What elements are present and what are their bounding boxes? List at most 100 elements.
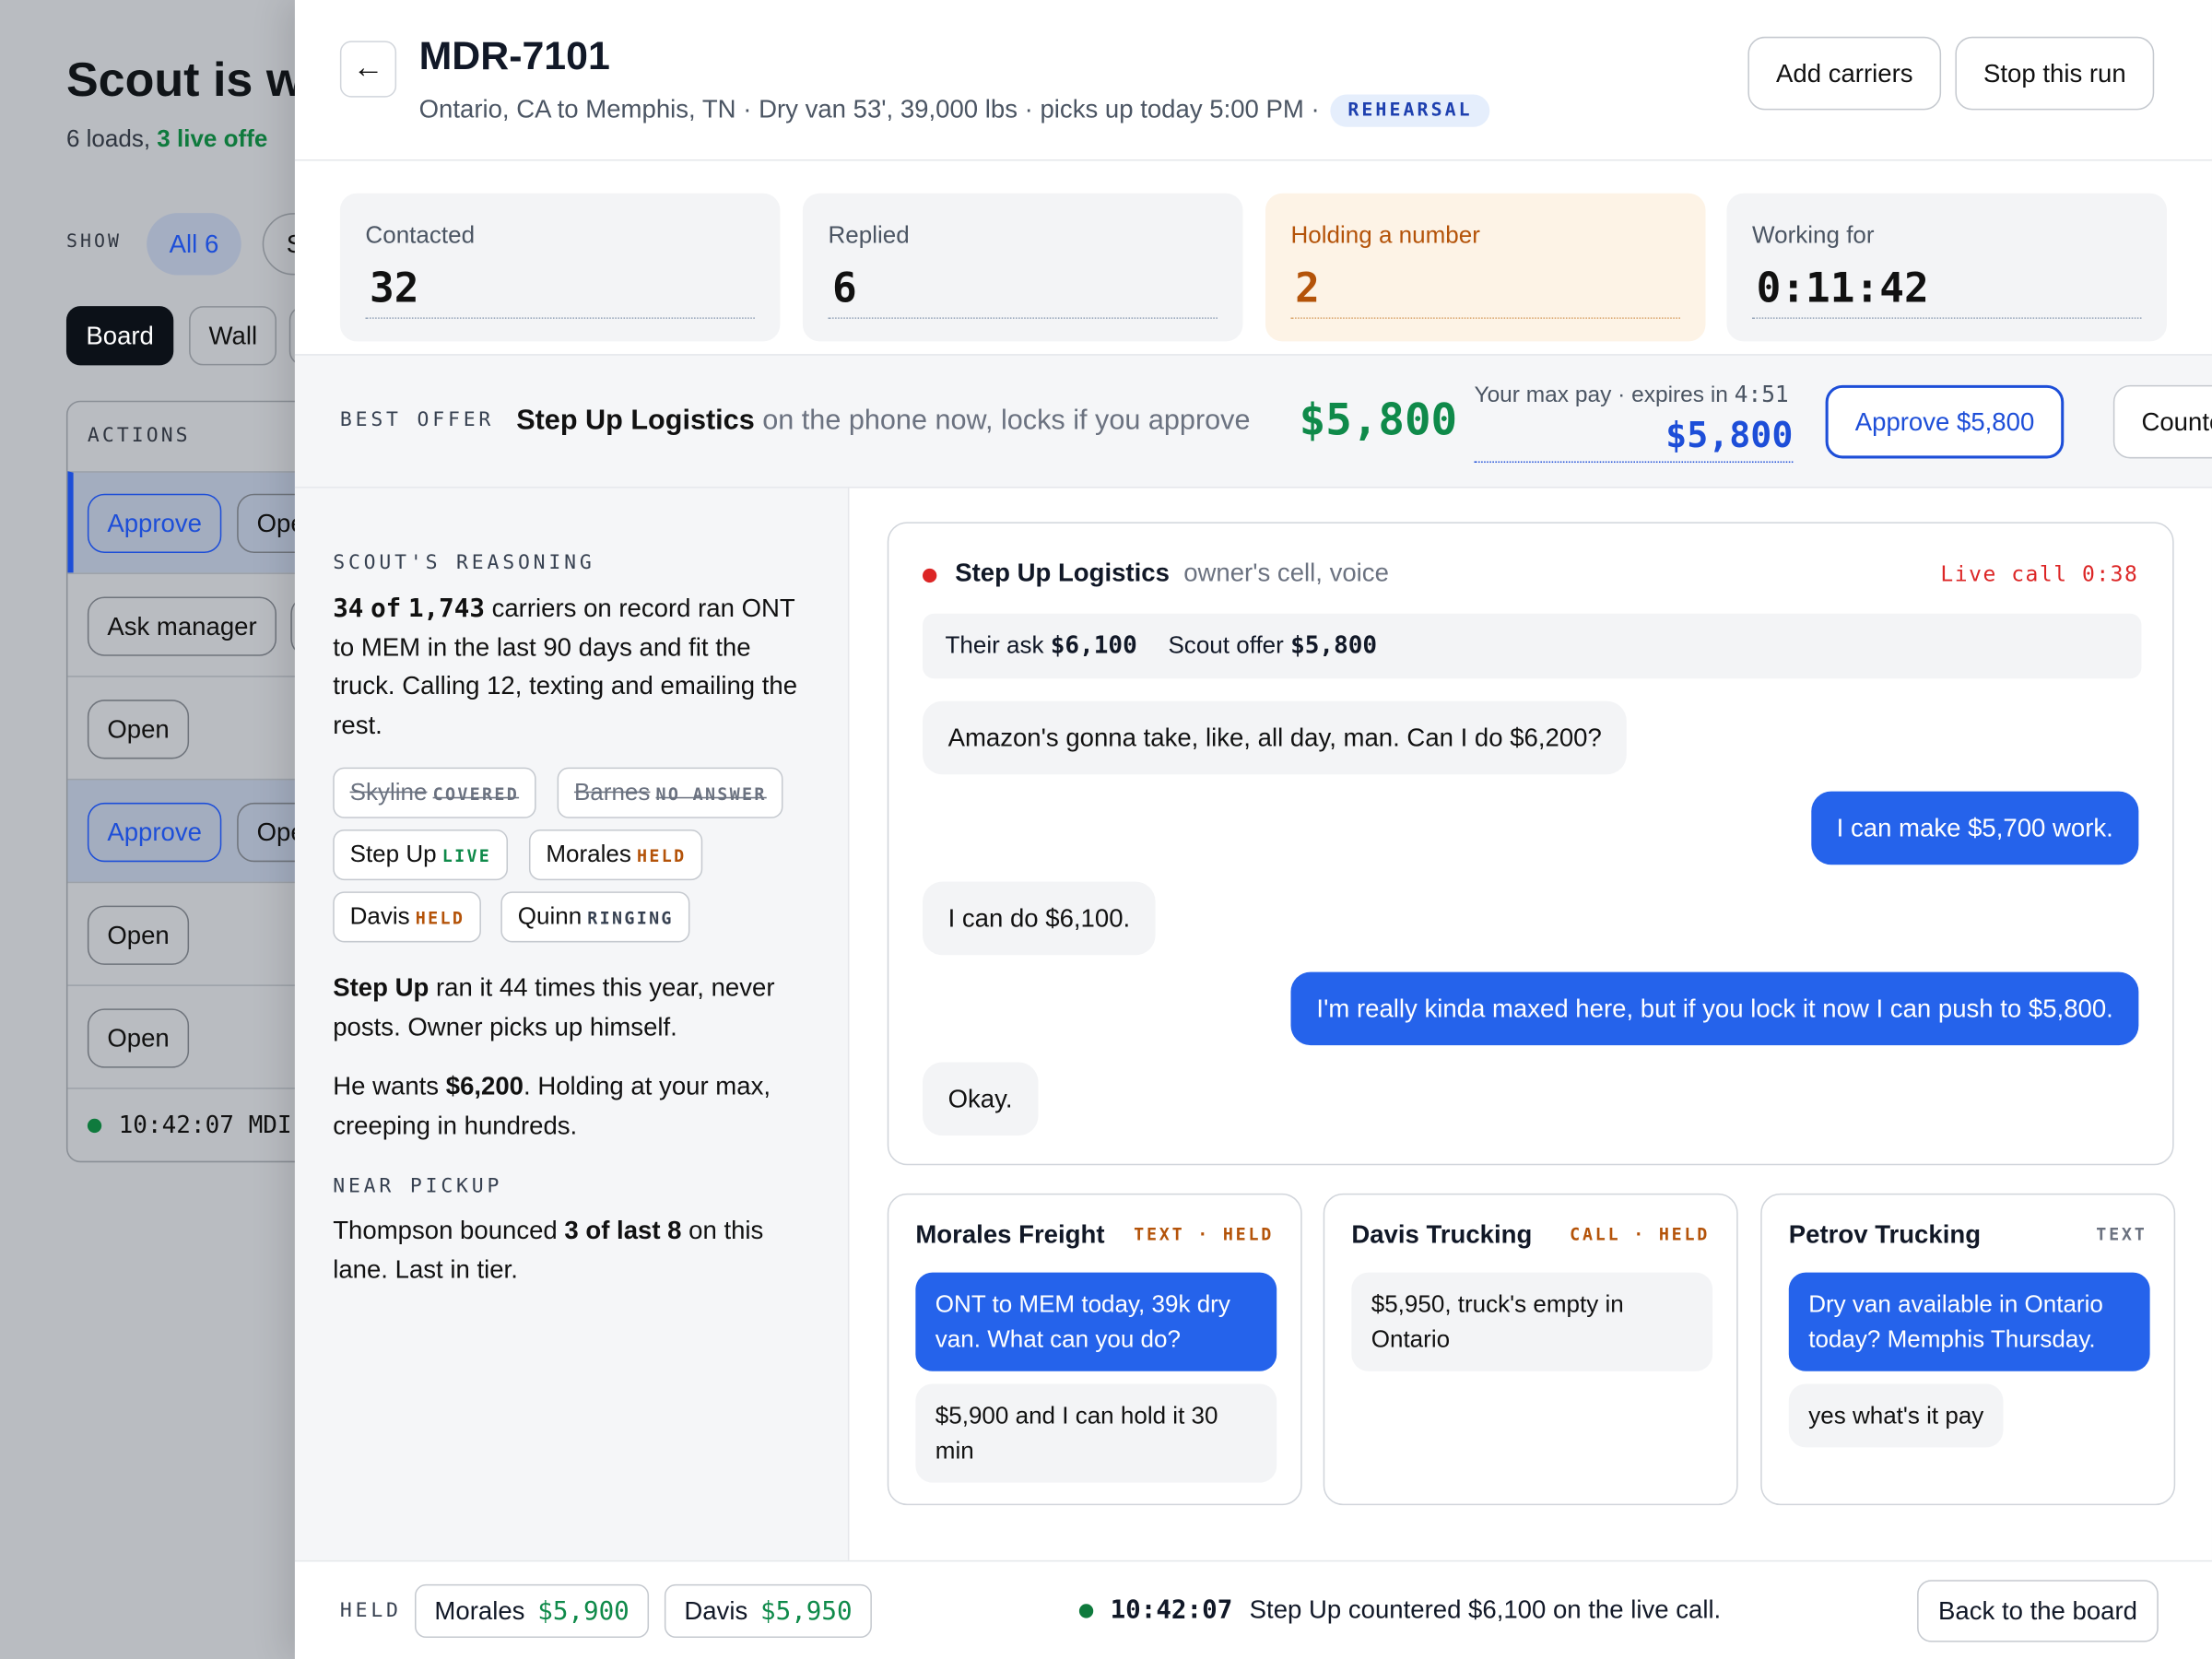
row-open-button[interactable]: Open [87, 700, 190, 759]
note-amount: $6,200 [445, 1072, 524, 1100]
stat-holding: Holding a number 2 [1265, 193, 1706, 342]
chip-name: Skyline [349, 778, 428, 806]
view-board-button[interactable]: Board [65, 306, 174, 366]
carrier-chip[interactable]: Step Up LIVE [333, 829, 509, 881]
chip-name: Barnes [573, 778, 651, 806]
row-ask-manager-button[interactable]: Ask manager [87, 596, 277, 656]
stat-label: Replied [828, 221, 910, 249]
counter-offer-button[interactable]: Counter [2112, 384, 2212, 459]
held-carrier: Davis [684, 1596, 748, 1626]
row-open-button[interactable]: Open [87, 905, 190, 965]
held-offer-chip[interactable]: Morales $5,900 [414, 1583, 650, 1639]
note-text: He wants [333, 1072, 446, 1100]
reasoning-note-history: Step Up ran it 44 times this year, never… [333, 970, 819, 1047]
chip-name: Davis [349, 902, 410, 930]
row-approve-button[interactable]: Approve [87, 802, 222, 863]
board-subtitle-live: 3 live offe [157, 125, 268, 153]
best-offer-price: $5,800 [1299, 394, 1458, 446]
thread-card[interactable]: Petrov Trucking TEXT Dry van available i… [1760, 1193, 2176, 1506]
stat-value: 0:11:42 [1752, 264, 2142, 319]
held-label: HELD [339, 1599, 402, 1623]
chip-tag: LIVE [441, 846, 492, 866]
chip-name: Morales [546, 841, 631, 868]
chip-tag: HELD [415, 908, 465, 929]
thread-card[interactable]: Davis Trucking CALL · HELD $5,950, truck… [1323, 1193, 1738, 1506]
thread-status: TEXT [2096, 1224, 2147, 1244]
call-carrier: Step Up Logistics owner's cell, voice [955, 559, 1389, 588]
drawer-header: ← MDR-7101 Ontario, CA to Memphis, TN · … [294, 0, 2212, 161]
carrier-chip[interactable]: Skyline COVERED [333, 767, 536, 818]
chip-name: Step Up [349, 841, 437, 868]
back-to-board-button[interactable]: Back to the board [1917, 1580, 2159, 1642]
board-footer-event: 10:42:07 MDI [87, 1112, 292, 1140]
chip-tag: NO ANSWER [655, 784, 767, 805]
thread-card[interactable]: Morales Freight TEXT · HELD ONT to MEM t… [887, 1193, 1302, 1506]
message-bubble-carrier: yes what's it pay [1788, 1383, 2004, 1448]
max-pay-value[interactable]: $5,800 [1474, 415, 1794, 464]
row-open-button[interactable]: Open [87, 1008, 190, 1068]
reasoning-summary: 34 of 1,743 carriers on record ran ONT t… [333, 590, 819, 745]
carrier-chip[interactable]: Davis HELD [333, 891, 482, 943]
stat-label: Holding a number [1290, 221, 1480, 249]
expires-countdown: 4:51 [1734, 381, 1789, 408]
event-time: 10:42:07 [1110, 1595, 1233, 1626]
max-pay-label: Your max pay · expires in 4:51 [1474, 381, 1788, 409]
held-price: $5,900 [537, 1596, 629, 1627]
best-offer-status: on the phone now, locks if you approve [762, 405, 1251, 436]
held-carrier: Morales [434, 1596, 525, 1626]
approve-offer-button[interactable]: Approve $5,800 [1825, 384, 2065, 459]
live-call-timer: Live call 0:38 [1940, 561, 2139, 587]
reasoning-panel: SCOUT'S REASONING 34 of 1,743 carriers o… [294, 488, 850, 1560]
message-bubble-carrier: $5,900 and I can hold it 30 min [915, 1383, 1277, 1483]
thread-carrier: Morales Freight [915, 1219, 1105, 1249]
best-offer-carrier: Step Up Logistics [516, 405, 755, 436]
view-wall-button[interactable]: Wall [189, 306, 277, 366]
drawer-footer: HELD Morales $5,900 Davis $5,950 10:42:0… [294, 1559, 2212, 1659]
thread-carrier: Davis Trucking [1351, 1219, 1533, 1249]
offer-value: $5,800 [1290, 631, 1378, 661]
status-dot-icon [87, 1118, 102, 1134]
best-offer-label: BEST OFFER [339, 408, 495, 432]
stat-value: 2 [1290, 264, 1680, 319]
held-offer-chip[interactable]: Davis $5,950 [664, 1583, 873, 1639]
back-arrow-icon[interactable]: ← [339, 41, 397, 98]
call-carrier-name: Step Up Logistics [955, 559, 1170, 587]
thread-carrier: Petrov Trucking [1788, 1219, 1982, 1249]
stat-replied: Replied 6 [802, 193, 1243, 342]
message-bubble-scout: I can make $5,700 work. [1811, 791, 2139, 865]
stat-value: 32 [365, 264, 755, 319]
carrier-chip[interactable]: Barnes NO ANSWER [557, 767, 784, 818]
max-pay-caption: Your max pay · expires in [1474, 383, 1735, 408]
stat-label: Working for [1752, 221, 1875, 249]
offer-label: Scout offer [1168, 631, 1284, 659]
row-approve-button[interactable]: Approve [87, 493, 222, 553]
near-pickup-note: Thompson bounced 3 of last 8 on this lan… [333, 1212, 819, 1289]
stat-working-for: Working for 0:11:42 [1726, 193, 2168, 342]
summary-text: carriers on record ran ONT to MEM in the… [333, 594, 798, 739]
message-bubble-carrier: $5,950, truck's empty in Ontario [1351, 1272, 1713, 1371]
message-bubble-scout: ONT to MEM today, 39k dry van. What can … [915, 1272, 1277, 1371]
carrier-chip[interactable]: Quinn RINGING [500, 891, 691, 943]
best-offer-text: Step Up Logistics on the phone now, lock… [516, 405, 1250, 437]
carrier-chip[interactable]: Morales HELD [528, 829, 703, 881]
load-route: Ontario, CA to Memphis, TN · Dry van 53'… [419, 94, 1490, 127]
message-bubble-carrier: Amazon's gonna take, like, all day, man.… [923, 700, 1628, 775]
chip-tag: COVERED [432, 784, 520, 805]
best-offer-bar: BEST OFFER Step Up Logistics on the phon… [294, 354, 2212, 488]
load-detail-drawer: ← MDR-7101 Ontario, CA to Memphis, TN · … [294, 0, 2212, 1659]
note-stat: 3 of last 8 [564, 1216, 682, 1244]
count-of: of [371, 594, 402, 624]
stop-run-button[interactable]: Stop this run [1955, 36, 2155, 111]
filter-all-button[interactable]: All 6 [147, 213, 241, 276]
add-carriers-button[interactable]: Add carriers [1747, 36, 1942, 111]
actions-header: ACTIONS [87, 424, 191, 448]
status-dot-icon [1078, 1604, 1094, 1618]
offer-compare: Their ask $6,100 Scout offer $5,800 [923, 613, 2142, 679]
board-footer-time: 10:42:07 [118, 1112, 234, 1140]
count-hit: 34 [333, 594, 364, 624]
live-indicator-icon [923, 568, 937, 583]
reasoning-note-ask: He wants $6,200. Holding at your max, cr… [333, 1068, 819, 1146]
latest-event: 10:42:07 Step Up countered $6,100 on the … [1078, 1595, 1721, 1626]
call-channel: owner's cell, voice [1183, 559, 1389, 587]
reasoning-label: SCOUT'S REASONING [333, 551, 595, 574]
